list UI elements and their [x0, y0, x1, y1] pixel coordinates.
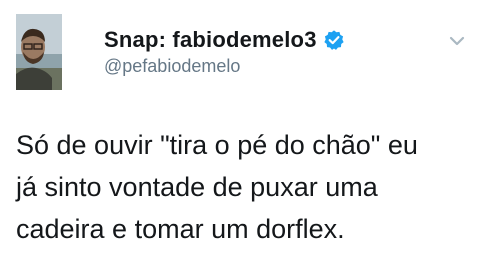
- display-name[interactable]: Snap: fabiodemelo3: [104, 27, 317, 53]
- verified-badge-icon: [324, 30, 344, 50]
- chevron-down-icon[interactable]: [448, 34, 466, 48]
- tweet-card: Snap: fabiodemelo3 @pefabiodemelo Só de …: [0, 0, 480, 265]
- user-handle[interactable]: @pefabiodemelo: [104, 56, 240, 77]
- tweet-text: Só de ouvir "tira o pé do chão" eu já si…: [16, 130, 418, 244]
- avatar[interactable]: [16, 14, 62, 90]
- name-row: Snap: fabiodemelo3: [104, 27, 345, 53]
- avatar-photo: [16, 14, 62, 90]
